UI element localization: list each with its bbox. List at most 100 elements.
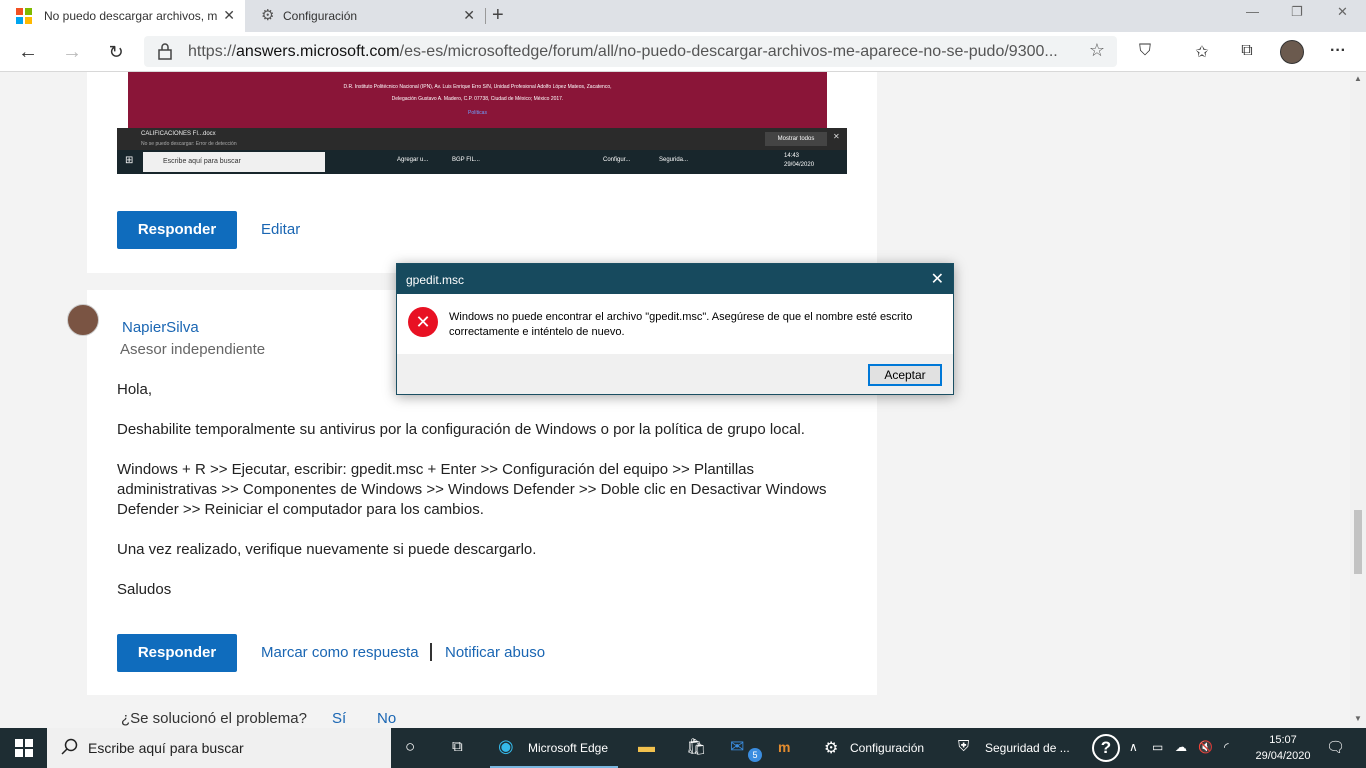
download-file: CALIFICACIONES FI...docx (141, 131, 216, 137)
app-label: Segurida... (659, 157, 689, 163)
search-icon (61, 738, 78, 755)
taskbar-settings[interactable]: ⚙ Configuración (816, 728, 938, 768)
dialog-footer: Aceptar (397, 354, 953, 394)
tab-title: No puedo descargar archivos, m (44, 9, 218, 23)
feedback-bar: ¿Se solucionó el problema? Sí No (87, 695, 877, 728)
windows-start-icon[interactable] (15, 739, 33, 757)
notifications-icon[interactable]: 🗨 (1326, 738, 1345, 756)
help-icon[interactable]: ? (1090, 728, 1122, 768)
restore-icon[interactable]: ❐ (1291, 4, 1303, 20)
favorites-list-icon[interactable]: ✩ (1192, 42, 1212, 62)
reply-button[interactable]: Responder (117, 211, 237, 249)
author-name[interactable]: NapierSilva (122, 319, 199, 336)
scrollbar-thumb[interactable] (1354, 510, 1362, 574)
new-tab-icon[interactable]: + (492, 4, 504, 27)
profile-avatar[interactable] (1280, 40, 1304, 64)
pocket-icon[interactable]: ⛉ (1135, 42, 1155, 62)
app-label: Configur... (603, 157, 631, 163)
reply-paragraph: Deshabilite temporalmente su antivirus p… (117, 421, 805, 438)
clock-date: 29/04/2020 (784, 162, 815, 168)
onedrive-icon[interactable]: ☁ (1175, 740, 1187, 754)
reply-signoff: Saludos (117, 581, 172, 598)
volume-icon[interactable]: 🔇 (1198, 740, 1213, 754)
error-dialog: gpedit.msc ✕ ✕ Windows no puede encontra… (396, 263, 954, 395)
avatar[interactable] (67, 304, 99, 336)
mail-badge: 5 (748, 748, 762, 762)
search-box: Escribe aquí para buscar (143, 152, 325, 172)
collections-icon[interactable]: ⧉ (1237, 42, 1257, 62)
microsoft-logo-icon (16, 8, 32, 24)
reply-button[interactable]: Responder (117, 634, 237, 672)
clock-time: 15:07 (1269, 734, 1297, 746)
app-label: BGP FIL... (452, 157, 480, 163)
scroll-up-icon[interactable]: ▲ (1354, 74, 1362, 83)
forward-icon[interactable]: → (60, 40, 84, 64)
minimize-icon[interactable]: — (1246, 4, 1259, 19)
mail-icon[interactable]: ✉ 5 (730, 728, 764, 768)
refresh-icon[interactable]: ↻ (104, 40, 128, 64)
feedback-yes[interactable]: Sí (332, 710, 346, 727)
gear-icon: ⚙ (261, 7, 275, 24)
close-tab-icon[interactable]: ✕ (223, 7, 235, 24)
screenshot-taskbar: ⊞ Escribe aquí para buscar Agregar u... … (117, 150, 847, 174)
gear-icon: ⚙ (824, 740, 839, 757)
shield-icon: ⛨ (958, 738, 970, 755)
lock-icon (158, 43, 172, 60)
feedback-no[interactable]: No (377, 710, 396, 727)
clock-time: 14:43 (784, 153, 800, 159)
screenshot-footer: D.R. Instituto Politécnico Nacional (IPN… (128, 72, 827, 128)
tab-forum[interactable]: No puedo descargar archivos, m ✕ (0, 0, 245, 32)
mark-answer-link[interactable]: Marcar como respuesta (261, 644, 419, 661)
address-bar[interactable]: https://answers.microsoft.com/es-es/micr… (144, 36, 1117, 67)
author-role: Asesor independiente (120, 341, 266, 358)
page-scrollbar[interactable]: ▲ ▼ (1350, 72, 1366, 728)
error-icon: ✕ (408, 307, 438, 337)
battery-icon[interactable]: ▭ (1152, 740, 1163, 754)
page-content: D.R. Instituto Politécnico Nacional (IPN… (0, 72, 1350, 728)
taskbar-clock[interactable]: 15:07 29/04/2020 (1248, 732, 1318, 764)
app-icon[interactable]: m (776, 728, 804, 768)
report-abuse-link[interactable]: Notificar abuso (445, 644, 545, 661)
edit-link[interactable]: Editar (261, 221, 300, 238)
wifi-icon[interactable]: ◜ (1224, 740, 1229, 754)
tab-bar: No puedo descargar archivos, m ✕ ⚙ Confi… (0, 0, 1366, 32)
close-window-icon[interactable]: ✕ (1337, 4, 1348, 20)
taskbar-security[interactable]: ⛨ Seguridad de ... (950, 728, 1076, 768)
divider (430, 643, 432, 661)
ok-button[interactable]: Aceptar (868, 364, 942, 386)
close-icon[interactable]: ✕ (931, 269, 944, 289)
show-all: Mostrar todos (765, 132, 827, 146)
download-status: No se puedo descargar: Error de detecció… (141, 141, 237, 147)
edge-icon: ◉ (498, 736, 514, 756)
post-screenshot-image: D.R. Instituto Politécnico Nacional (IPN… (117, 72, 847, 174)
dialog-message: Windows no puede encontrar el archivo "g… (449, 311, 913, 338)
windows-logo-icon: ⊞ (125, 155, 134, 166)
tab-settings[interactable]: ⚙ Configuración ✕ (245, 0, 485, 32)
more-menu-icon[interactable]: ··· (1328, 42, 1348, 62)
taskbar-label: Seguridad de ... (985, 741, 1070, 755)
dialog-titlebar: gpedit.msc ✕ (397, 264, 953, 294)
taskbar-search[interactable]: Escribe aquí para buscar (47, 728, 391, 768)
back-icon[interactable]: ← (16, 40, 40, 64)
clock-date: 29/04/2020 (1255, 750, 1311, 762)
store-icon[interactable]: 🛍 (684, 728, 712, 768)
scroll-down-icon[interactable]: ▼ (1354, 714, 1362, 723)
tab-divider (485, 8, 486, 24)
tab-title: Configuración (283, 9, 358, 23)
favorite-star-icon[interactable]: ☆ (1089, 40, 1105, 61)
chevron-up-icon[interactable]: ∧ (1129, 740, 1138, 754)
feedback-question: ¿Se solucionó el problema? (121, 710, 307, 727)
dialog-title: gpedit.msc (406, 273, 465, 287)
footer-link: Políticas (468, 110, 487, 116)
browser-toolbar: ← → ↻ https://answers.microsoft.com/es-e… (0, 32, 1366, 72)
cortana-icon[interactable]: ○ (405, 728, 429, 768)
task-view-icon[interactable]: ⧉ (450, 728, 478, 768)
close-tab-icon[interactable]: ✕ (463, 7, 475, 24)
taskbar-label: Configuración (850, 741, 925, 755)
reply-paragraph: Una vez realizado, verifique nuevamente … (117, 541, 537, 558)
url-text: https://answers.microsoft.com/es-es/micr… (188, 43, 1058, 60)
file-explorer-icon[interactable]: ▬ (636, 728, 664, 768)
taskbar-edge[interactable]: ◉ Microsoft Edge (490, 728, 618, 768)
reply-paragraph: Windows + R >> Ejecutar, escribir: gpedi… (117, 461, 827, 518)
footer-text: Delegación Gustavo A. Madero, C.P. 07738… (391, 96, 564, 102)
